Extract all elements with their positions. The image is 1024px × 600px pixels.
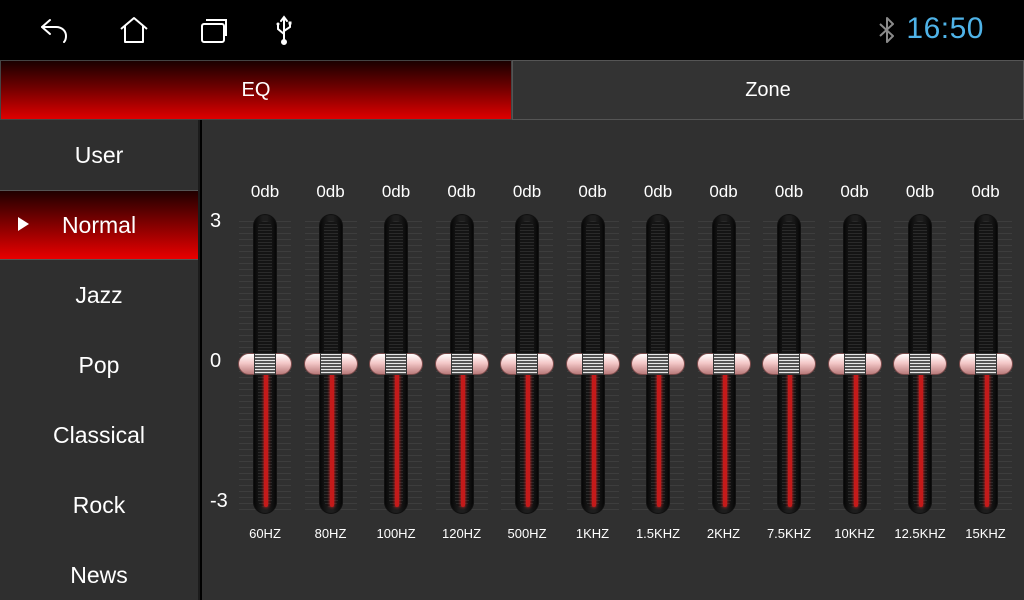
band-slider-knob[interactable] [303,353,358,375]
scale-mid-label: 0 [210,350,222,372]
eq-band: 0db 7.5KHZ [759,120,819,600]
eq-band: 0db 500HZ [497,120,557,600]
band-level-fill [919,365,923,507]
knob-mid [974,353,997,375]
knob-mid [581,353,604,375]
status-bar: 16:50 [0,0,1024,60]
preset-classical[interactable]: Classical [0,400,198,470]
band-level-fill [264,365,268,507]
knob-mid [450,353,473,375]
band-level-fill [853,365,858,507]
band-db-label: 0db [643,182,673,201]
eq-band: 0db 80HZ [301,120,361,600]
band-slider-knob[interactable] [631,353,685,375]
eq-band: 0db 15KHZ [956,120,1016,600]
knob-mid [909,353,931,375]
tab-eq[interactable]: EQ [0,60,512,120]
knob-mid [319,353,342,375]
band-slider-knob[interactable] [500,353,554,375]
band-db-label: 0db [250,182,280,201]
knob-mid [778,353,800,375]
recent-apps-icon[interactable] [196,12,232,48]
band-level-fill [329,365,334,507]
knob-mid [843,353,866,375]
band-slider-knob[interactable] [893,353,947,375]
scale-min-label: -3 [210,490,228,512]
band-slider-knob[interactable] [369,353,423,375]
band-db-label: 0db [709,182,738,201]
preset-jazz[interactable]: Jazz [0,260,198,330]
band-slider-knob[interactable] [238,353,292,375]
band-slider-knob[interactable] [696,353,751,375]
usb-icon [266,12,302,48]
knob-mid [254,353,276,375]
band-db-label: 0db [578,182,607,201]
band-level-fill [788,365,792,507]
band-level-fill [526,365,530,507]
band-db-label: 0db [512,182,542,201]
tab-zone[interactable]: Zone [512,60,1024,120]
band-db-label: 0db [774,182,804,201]
knob-mid [712,353,735,375]
eq-band: 0db 10KHZ [825,120,885,600]
knob-mid [516,353,538,375]
band-frequency-label: 15KHZ [965,526,1006,541]
eq-band: 0db 12.5KHZ [890,120,950,600]
band-slider-knob[interactable] [958,353,1013,375]
preset-pop[interactable]: Pop [0,330,198,400]
band-level-fill [722,365,727,507]
bluetooth-icon [876,16,898,44]
eq-band: 0db 100HZ [366,120,426,600]
preset-rock[interactable]: Rock [0,470,198,540]
preset-normal[interactable]: Normal [0,190,198,260]
selected-arrow-icon [18,217,29,231]
band-slider-knob[interactable] [762,353,816,375]
band-level-fill [984,365,989,507]
eq-band: 0db 2KHZ [694,120,754,600]
band-db-label: 0db [971,182,1000,201]
band-level-fill [460,365,465,507]
band-db-label: 0db [381,182,411,201]
home-icon[interactable] [116,12,152,48]
band-level-fill [657,365,661,507]
band-slider-knob[interactable] [434,353,489,375]
eq-band: 0db 1.5KHZ [628,120,688,600]
preset-news[interactable]: News [0,540,198,600]
tab-bar: EQ Zone [0,60,1024,120]
band-slider-knob[interactable] [565,353,620,375]
band-slider-knob[interactable] [827,353,882,375]
eq-band: 0db 1KHZ [563,120,623,600]
eq-band: 0db 120HZ [432,120,492,600]
band-level-fill [591,365,596,507]
knob-mid [647,353,669,375]
knob-mid [385,353,407,375]
preset-list: User Normal Jazz Pop Classical Rock News [0,120,200,600]
band-db-label: 0db [447,182,476,201]
back-icon[interactable] [36,12,72,48]
clock: 16:50 [906,12,984,45]
scale-max-label: 3 [210,210,222,232]
band-db-label: 0db [316,182,345,201]
band-db-label: 0db [905,182,935,201]
band-level-fill [395,365,399,507]
preset-user[interactable]: User [0,120,198,190]
eq-panel: 3 0 -3 0db 60HZ 0db 80HZ 0db 100HZ 0db 120HZ 0db… [202,120,1024,600]
eq-band: 0db 60HZ [235,120,295,600]
band-db-label: 0db [840,182,869,201]
